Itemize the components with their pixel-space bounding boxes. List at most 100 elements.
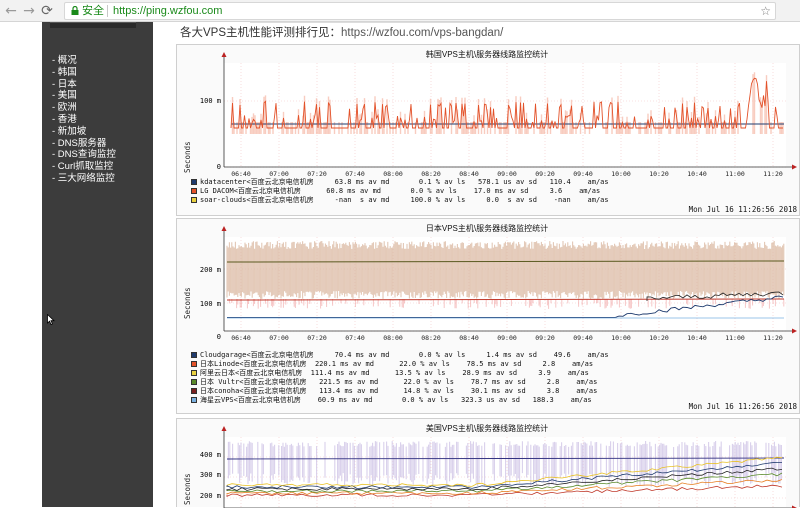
x-tick-label: 11:00 xyxy=(725,170,745,178)
x-tick-label: 07:20 xyxy=(307,334,327,342)
y-tick-label: 0 xyxy=(217,333,221,341)
y-axis-arrow xyxy=(222,52,227,57)
legend-name: 日本conoha<百度云北京电信机房 xyxy=(200,387,307,395)
sidebar-item-overview[interactable]: - 概况 xyxy=(52,55,116,67)
chart-timestamp: Mon Jul 16 11:26:56 2018 xyxy=(689,205,797,214)
chart-legend: kdatacenter<百度云北京电信机房 63.8 ms av md 0.1 … xyxy=(191,178,609,205)
sidebar: - 概况 - 韩国 - 日本 - 美国 - 欧洲 - 香港 - 新加坡 - DN… xyxy=(42,22,153,507)
sidebar-item-dns-servers[interactable]: - DNS服务器 xyxy=(52,138,116,150)
x-tick-label: 11:00 xyxy=(725,334,745,342)
y-tick-label: 200 m xyxy=(200,266,221,274)
x-tick-label: 08:40 xyxy=(459,334,479,342)
heading-text: 各大VPS主机性能评测排行见： xyxy=(180,27,341,39)
x-tick-label: 09:00 xyxy=(497,334,517,342)
reload-icon[interactable]: ⟳ xyxy=(38,2,56,20)
korea-chart: 100 m 0 06:4007:0007:2007:4008:0008:2008… xyxy=(177,45,797,183)
x-tick-label: 10:00 xyxy=(611,334,631,342)
address-separator xyxy=(107,5,108,17)
legend-swatch xyxy=(191,188,197,194)
ranking-link[interactable]: https://wzfou.com/vps-bangdan/ xyxy=(341,27,503,39)
legend-row: Cloudgarage<百度云北京电信机房 70.4 ms av md 0.0 … xyxy=(191,351,609,360)
lock-icon xyxy=(71,6,79,15)
legend-name: 海星云VPS<百度云北京电信机房 xyxy=(200,396,301,404)
legend-stats: 111.4 ms av md 13.5 % av ls 28.9 ms av s… xyxy=(302,369,589,377)
japan-chart: 200 m 100 m 0 06:40 07:00 07:20 07:40 08:00 0… xyxy=(177,219,797,349)
legend-name: LG DACOM<百度云北京电信机房 xyxy=(200,187,301,195)
legend-swatch xyxy=(191,197,197,203)
sidebar-item-singapore[interactable]: - 新加坡 xyxy=(52,126,116,138)
x-tick-label: 08:00 xyxy=(383,334,403,342)
legend-name: 日本Linode<百度云北京电信机房 xyxy=(200,360,307,368)
legend-row: 海星云VPS<百度云北京电信机房 60.9 ms av md 0.0 % av … xyxy=(191,396,609,405)
x-tick-label: 06:40 xyxy=(231,334,251,342)
x-tick-label: 08:20 xyxy=(421,170,441,178)
legend-stats: -nan s av md 100.0 % av ls 0.0 s av sd -… xyxy=(314,196,609,204)
legend-stats: 220.1 ms av md 22.0 % av ls 78.5 ms av s… xyxy=(307,360,594,368)
x-tick-label: 10:20 xyxy=(649,170,669,178)
legend-name: 日本 Vultr<百度云北京电信机房 xyxy=(200,378,307,386)
y-axis-arrow xyxy=(222,226,227,231)
x-tick-label: 07:40 xyxy=(345,334,365,342)
legend-swatch xyxy=(191,179,197,185)
x-tick-label: 09:00 xyxy=(497,170,517,178)
legend-row: soar-clouds<百度云北京电信机房 -nan s av md 100.0… xyxy=(191,196,609,205)
legend-swatch xyxy=(191,379,197,385)
legend-stats: 60.8 ms av md 0.0 % av ls 17.0 ms av sd … xyxy=(301,187,600,195)
x-axis-arrow xyxy=(792,165,797,170)
x-tick-label: 07:40 xyxy=(345,170,365,178)
japan-jitter-band xyxy=(227,241,784,299)
x-tick-label: 09:20 xyxy=(535,334,555,342)
x-tick-label: 10:00 xyxy=(611,170,631,178)
star-icon[interactable]: ☆ xyxy=(760,3,771,19)
x-tick-label: 11:20 xyxy=(763,170,783,178)
sidebar-item-korea[interactable]: - 韩国 xyxy=(52,67,116,79)
legend-name: 阿里云日本<百度云北京电信机房 xyxy=(200,369,302,377)
legend-stats: 70.4 ms av md 0.0 % av ls 1.4 ms av sd 4… xyxy=(314,351,609,359)
legend-stats: 221.5 ms av md 22.0 % av ls 78.7 ms av s… xyxy=(307,378,598,386)
mouse-cursor-icon xyxy=(47,314,55,325)
x-tick-label: 11:20 xyxy=(763,334,783,342)
x-tick-label: 06:40 xyxy=(231,170,251,178)
x-tick-label: 10:40 xyxy=(687,170,707,178)
sidebar-item-europe[interactable]: - 欧洲 xyxy=(52,102,116,114)
forward-arrow-icon[interactable]: → xyxy=(20,2,38,20)
chart-legend: Cloudgarage<百度云北京电信机房 70.4 ms av md 0.0 … xyxy=(191,351,609,405)
sidebar-menu: - 概况 - 韩国 - 日本 - 美国 - 欧洲 - 香港 - 新加坡 - DN… xyxy=(52,55,116,185)
legend-row: 日本Linode<百度云北京电信机房 220.1 ms av md 22.0 %… xyxy=(191,360,609,369)
url-text[interactable]: https://ping.wzfou.com xyxy=(113,3,222,19)
y-tick-label: 400 m xyxy=(200,451,221,459)
usa-chart-panel: 美国VPS主机\服务器线路监控统计 Seconds 400 m 300 m 20… xyxy=(176,418,800,507)
page-heading: 各大VPS主机性能评测排行见：https://wzfou.com/vps-ban… xyxy=(180,24,503,40)
legend-row: 阿里云日本<百度云北京电信机房 111.4 ms av md 13.5 % av… xyxy=(191,369,609,378)
y-tick-label: 300 m xyxy=(200,471,221,479)
x-tick-label: 09:40 xyxy=(573,170,593,178)
x-tick-label: 08:20 xyxy=(421,334,441,342)
legend-swatch xyxy=(191,397,197,403)
legend-swatch xyxy=(191,388,197,394)
legend-name: Cloudgarage<百度云北京电信机房 xyxy=(200,351,314,359)
divider xyxy=(250,22,490,23)
sidebar-item-japan[interactable]: - 日本 xyxy=(52,79,116,91)
secure-label: 安全 xyxy=(82,3,104,19)
sidebar-item-usa[interactable]: - 美国 xyxy=(52,90,116,102)
x-tick-label: 09:40 xyxy=(573,334,593,342)
x-tick-label: 07:00 xyxy=(269,334,289,342)
sidebar-item-hongkong[interactable]: - 香港 xyxy=(52,114,116,126)
x-tick-label: 10:40 xyxy=(687,334,707,342)
sidebar-item-dns-query[interactable]: - DNS查询监控 xyxy=(52,149,116,161)
sidebar-item-three-networks[interactable]: - 三大网络监控 xyxy=(52,173,116,185)
usa-chart: 400 m 300 m 200 m xyxy=(177,419,797,508)
legend-swatch xyxy=(191,361,197,367)
legend-name: soar-clouds<百度云北京电信机房 xyxy=(200,196,314,204)
x-tick-label: 08:00 xyxy=(383,170,403,178)
legend-row: LG DACOM<百度云北京电信机房 60.8 ms av md 0.0 % a… xyxy=(191,187,609,196)
chart-timestamp: Mon Jul 16 11:26:56 2018 xyxy=(689,402,797,411)
legend-stats: 63.8 ms av md 0.1 % av ls 578.1 us av sd… xyxy=(314,178,609,186)
legend-row: 日本conoha<百度云北京电信机房 113.4 ms av md 14.8 %… xyxy=(191,387,609,396)
address-bar[interactable]: 安全 https://ping.wzfou.com ☆ xyxy=(64,2,776,20)
y-tick-label: 100 m xyxy=(200,300,221,308)
y-axis-arrow xyxy=(222,426,227,431)
legend-swatch xyxy=(191,352,197,358)
back-arrow-icon[interactable]: ← xyxy=(2,2,20,20)
sidebar-item-curl[interactable]: - Curl抓取监控 xyxy=(52,161,116,173)
